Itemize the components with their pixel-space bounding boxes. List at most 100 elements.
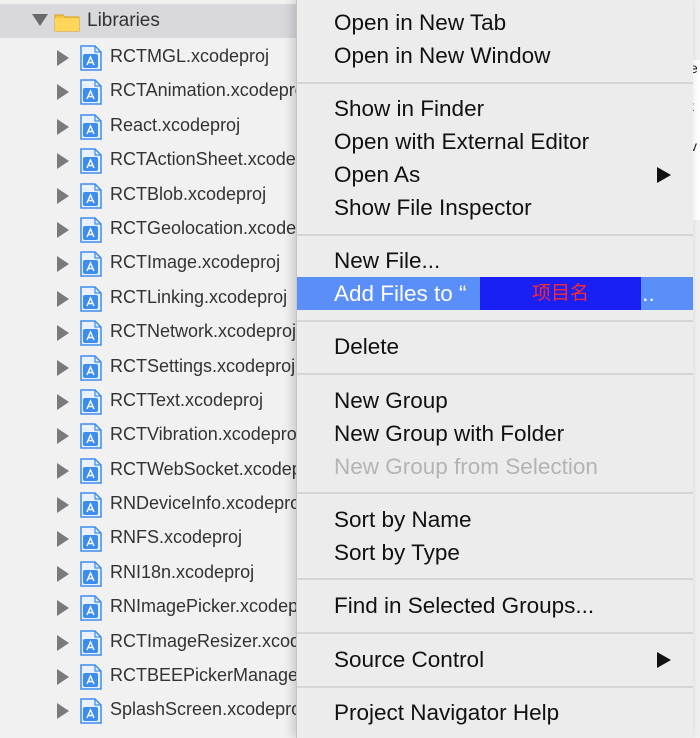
menu-item-open-as[interactable]: Open As <box>297 158 693 191</box>
xcodeproj-file-icon <box>80 457 102 484</box>
disclosure-triangle-right-icon[interactable] <box>57 359 69 376</box>
project-file-row[interactable]: RNI18n.xcodeproj <box>0 556 330 590</box>
xcodeproj-file-icon <box>80 354 102 381</box>
project-file-row[interactable]: RCTText.xcodeproj <box>0 384 330 418</box>
project-file-row[interactable]: RCTVibration.xcodeproj <box>0 418 330 452</box>
xcodeproj-file-icon <box>80 320 102 346</box>
project-file-name: RNImagePicker.xcodeproj <box>110 596 319 617</box>
libraries-children-list: RCTMGL.xcodeproj RCTAnimation.xcodeproj … <box>0 40 386 728</box>
project-file-row[interactable]: RCTGeolocation.xcodeproj <box>0 212 330 246</box>
project-file-name: RCTActionSheet.xcodeproj <box>110 149 326 170</box>
project-file-row[interactable]: RNFS.xcodeproj <box>0 521 330 555</box>
project-file-name: RCTLinking.xcodeproj <box>110 286 288 307</box>
project-file-name: RCTGeolocation.xcodeproj <box>110 217 327 238</box>
disclosure-triangle-right-icon[interactable] <box>57 428 69 445</box>
menu-item-find-in-selected-groups[interactable]: Find in Selected Groups... <box>297 589 693 622</box>
menu-item-sort-by-name[interactable]: Sort by Name <box>297 503 693 536</box>
project-name-redaction: 项目名 <box>480 277 641 310</box>
project-file-row[interactable]: RCTWebSocket.xcodeproj <box>0 453 330 487</box>
project-file-row[interactable]: RCTMGL.xcodeproj <box>0 40 330 74</box>
project-file-row[interactable]: RCTNetwork.xcodeproj <box>0 315 330 349</box>
project-file-name: RCTNetwork.xcodeproj <box>110 321 297 342</box>
folder-icon <box>54 14 80 32</box>
menu-item-source-control-label: Source Control <box>334 647 485 672</box>
xcodeproj-file-icon <box>80 561 102 587</box>
menu-item-new-group-with-folder[interactable]: New Group with Folder <box>297 417 693 450</box>
project-file-name: RCTMGL.xcodeproj <box>110 46 270 66</box>
project-file-row[interactable]: React.xcodeproj <box>0 109 330 143</box>
disclosure-triangle-right-icon[interactable] <box>57 497 69 514</box>
disclosure-triangle-right-icon[interactable] <box>57 462 69 479</box>
disclosure-triangle-right-icon[interactable] <box>57 221 69 238</box>
menu-item-new-group-from-selection: New Group from Selection <box>334 454 598 479</box>
disclosure-triangle-right-icon[interactable] <box>57 703 69 720</box>
project-file-row[interactable]: RCTImage.xcodeproj <box>0 246 330 280</box>
menu-separator <box>297 492 693 494</box>
menu-item-open-in-new-tab[interactable]: Open in New Tab <box>297 6 693 39</box>
project-file-row[interactable]: RCTImageResizer.xcodeproj <box>0 625 340 659</box>
disclosure-triangle-right-icon[interactable] <box>57 669 69 686</box>
project-file-name: RCTImage.xcodeproj <box>110 252 281 273</box>
disclosure-triangle-down-icon[interactable] <box>32 14 48 26</box>
submenu-arrow-icon <box>657 167 671 183</box>
xcodeproj-file-icon <box>80 79 102 106</box>
project-file-row[interactable]: SplashScreen.xcodeproj <box>0 693 330 727</box>
disclosure-triangle-right-icon[interactable] <box>57 600 69 617</box>
project-file-name: RNI18n.xcodeproj <box>110 561 255 582</box>
disclosure-triangle-right-icon[interactable] <box>57 118 69 135</box>
menu-item-sort-by-type[interactable]: Sort by Type <box>297 536 693 569</box>
menu-item-show-file-inspector[interactable]: Show File Inspector <box>297 191 693 224</box>
xcodeproj-file-icon <box>80 526 102 553</box>
disclosure-triangle-right-icon[interactable] <box>57 187 69 204</box>
disclosure-triangle-right-icon[interactable] <box>57 393 69 410</box>
project-file-row[interactable]: RNImagePicker.xcodeproj <box>0 590 330 624</box>
disclosure-triangle-right-icon[interactable] <box>57 290 69 307</box>
disclosure-triangle-right-icon[interactable] <box>57 325 69 342</box>
project-file-name: React.xcodeproj <box>110 114 241 135</box>
disclosure-triangle-right-icon[interactable] <box>57 84 69 101</box>
menu-separator <box>297 373 693 375</box>
disclosure-triangle-right-icon[interactable] <box>57 565 69 582</box>
project-file-name: RCTBlob.xcodeproj <box>110 183 267 204</box>
project-file-name: RNFS.xcodeproj <box>110 527 243 548</box>
context-menu: Open in New Tab Open in New Window Show … <box>296 0 693 738</box>
disclosure-triangle-right-icon[interactable] <box>57 50 69 66</box>
disclosure-triangle-right-icon[interactable] <box>57 634 69 651</box>
xcodeproj-file-icon <box>80 285 102 312</box>
menu-item-add-files-to-project[interactable]: Add Files to “”... 项目名 <box>297 277 693 310</box>
project-file-name: RCTSettings.xcodeproj <box>110 355 296 376</box>
project-file-row[interactable]: RNDeviceInfo.xcodeproj <box>0 487 330 521</box>
menu-item-new-file[interactable]: New File... <box>297 244 693 277</box>
project-file-name: RCTText.xcodeproj <box>110 389 264 410</box>
xcodeproj-file-icon <box>80 698 102 725</box>
project-file-row[interactable]: RCTSettings.xcodeproj <box>0 350 330 384</box>
disclosure-triangle-right-icon[interactable] <box>57 256 69 273</box>
xcodeproj-file-icon <box>80 492 102 518</box>
project-file-name: RCTVibration.xcodeproj <box>110 424 301 445</box>
libraries-group-row[interactable]: Libraries <box>0 4 330 38</box>
xcodeproj-file-icon <box>80 664 102 690</box>
submenu-arrow-icon <box>657 652 671 668</box>
xcodeproj-file-icon <box>80 182 102 209</box>
project-file-row[interactable]: RCTBEEPickerManager.xcodeproj <box>0 659 386 693</box>
xcodeproj-file-icon <box>80 217 102 243</box>
disclosure-triangle-right-icon[interactable] <box>57 531 69 548</box>
menu-item-open-with-external-editor[interactable]: Open with External Editor <box>297 125 693 158</box>
project-file-row[interactable]: RCTBlob.xcodeproj <box>0 178 330 212</box>
menu-item-show-in-finder[interactable]: Show in Finder <box>297 92 693 125</box>
project-file-name: RCTWebSocket.xcodeproj <box>110 458 322 479</box>
project-file-row[interactable]: RCTLinking.xcodeproj <box>0 281 330 315</box>
xcodeproj-file-icon <box>80 389 102 415</box>
menu-item-open-in-new-window[interactable]: Open in New Window <box>297 39 693 72</box>
xcodeproj-file-icon <box>80 423 102 450</box>
xcodeproj-file-icon <box>80 114 102 140</box>
menu-separator <box>297 234 693 236</box>
menu-item-delete[interactable]: Delete <box>297 330 693 363</box>
project-file-row[interactable]: RCTActionSheet.xcodeproj <box>0 143 330 177</box>
menu-separator <box>297 686 693 688</box>
menu-item-new-group[interactable]: New Group <box>297 384 693 417</box>
disclosure-triangle-right-icon[interactable] <box>57 153 69 170</box>
menu-item-source-control[interactable]: Source Control <box>297 643 693 676</box>
menu-item-project-navigator-help[interactable]: Project Navigator Help <box>297 696 693 729</box>
project-file-row[interactable]: RCTAnimation.xcodeproj <box>0 74 330 108</box>
